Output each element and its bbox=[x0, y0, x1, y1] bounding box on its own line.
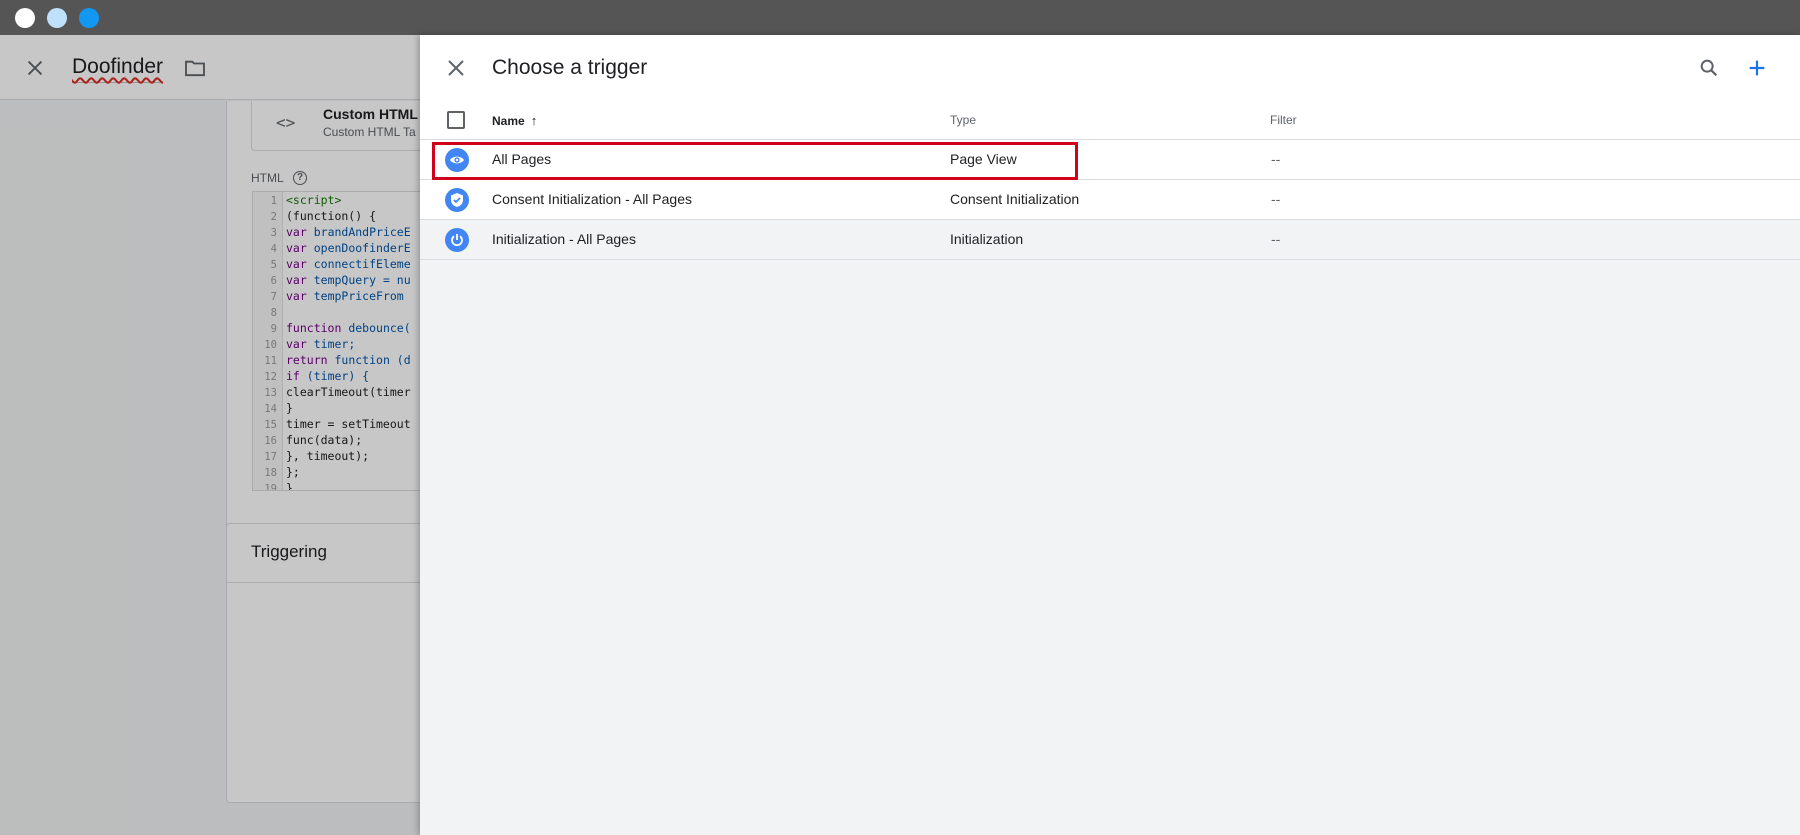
close-icon[interactable] bbox=[446, 58, 466, 78]
window-minimize-dot[interactable] bbox=[47, 8, 67, 28]
table-header: Name ↑ Type Filter bbox=[420, 100, 1800, 140]
trigger-name: Initialization - All Pages bbox=[492, 231, 636, 247]
trigger-filter: -- bbox=[1271, 151, 1281, 167]
column-header-type[interactable]: Type bbox=[950, 113, 976, 127]
trigger-filter: -- bbox=[1271, 231, 1281, 247]
panel-title: Choose a trigger bbox=[492, 56, 648, 79]
eye-icon bbox=[445, 148, 469, 172]
select-all-checkbox[interactable] bbox=[447, 111, 465, 129]
trigger-name: Consent Initialization - All Pages bbox=[492, 191, 692, 207]
trigger-name: All Pages bbox=[492, 151, 552, 167]
window-zoom-dot[interactable] bbox=[79, 8, 99, 28]
choose-trigger-panel: Choose a trigger Name ↑ Type Filter All P… bbox=[420, 35, 1800, 835]
shield-icon bbox=[445, 188, 469, 212]
trigger-row[interactable]: All Pages Page View -- bbox=[420, 140, 1800, 180]
add-icon[interactable] bbox=[1746, 57, 1768, 79]
sort-ascending-icon: ↑ bbox=[530, 113, 538, 128]
modal-scrim[interactable] bbox=[0, 35, 420, 835]
trigger-row[interactable]: Consent Initialization - All Pages Conse… bbox=[420, 180, 1800, 220]
trigger-filter: -- bbox=[1271, 191, 1281, 207]
power-icon bbox=[445, 228, 469, 252]
trigger-type: Initialization bbox=[950, 231, 1024, 247]
window-titlebar bbox=[0, 0, 1800, 35]
trigger-row[interactable]: Initialization - All Pages Initializatio… bbox=[420, 220, 1800, 260]
search-icon[interactable] bbox=[1698, 57, 1720, 79]
column-header-name[interactable]: Name ↑ bbox=[492, 113, 537, 128]
column-header-filter[interactable]: Filter bbox=[1270, 113, 1297, 127]
trigger-type: Page View bbox=[950, 151, 1017, 167]
trigger-type: Consent Initialization bbox=[950, 191, 1080, 207]
window-close-dot[interactable] bbox=[15, 8, 35, 28]
panel-header: Choose a trigger bbox=[420, 35, 1800, 100]
